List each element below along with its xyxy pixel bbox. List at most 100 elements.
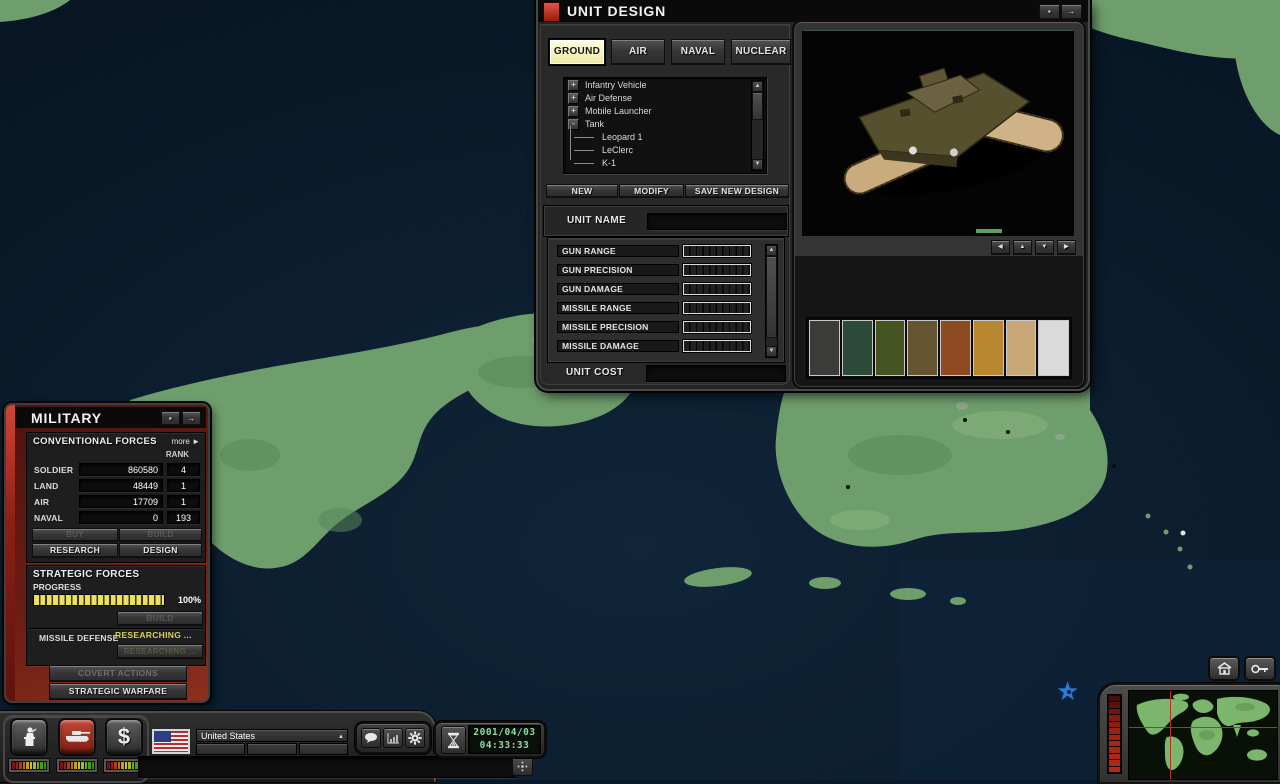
model-viewport[interactable] — [802, 30, 1074, 236]
force-value: 48449 — [79, 479, 163, 492]
viewport-scroll-indicator[interactable] — [976, 229, 1002, 233]
tab-ground[interactable]: GROUND — [549, 39, 605, 65]
expand-icon[interactable]: + — [568, 80, 579, 91]
minimap[interactable] — [1128, 690, 1278, 780]
missile-damage-slider[interactable] — [683, 340, 751, 352]
build-button[interactable]: BUILD — [119, 528, 202, 542]
military-button[interactable] — [58, 718, 96, 756]
time-control-button[interactable] — [441, 726, 466, 754]
close-arrow-button[interactable]: → — [182, 411, 201, 426]
color-swatch[interactable] — [842, 320, 873, 376]
minimize-button[interactable]: ▪ — [1039, 4, 1060, 20]
economy-button[interactable]: $ — [105, 718, 143, 756]
sparkle-icon — [517, 761, 528, 772]
gun-range-slider[interactable] — [683, 245, 751, 257]
missile-defense-research-button[interactable]: RESEARCHING ... — [117, 644, 203, 659]
color-swatch[interactable] — [1006, 320, 1037, 376]
us-flag — [152, 729, 190, 754]
missile-range-slider[interactable] — [683, 302, 751, 314]
design-button[interactable]: DESIGN — [119, 543, 202, 558]
home-button[interactable] — [1208, 656, 1240, 681]
unit-design-titlebar[interactable]: UNIT DESIGN ▪ → — [538, 0, 1088, 22]
unit-name-input[interactable] — [647, 213, 787, 230]
scroll-down-icon[interactable]: ▼ — [752, 159, 763, 170]
gun-damage-slider[interactable] — [683, 283, 751, 295]
tree-item[interactable]: + Air Defense — [568, 92, 766, 104]
color-swatch[interactable] — [907, 320, 938, 376]
chat-options-button[interactable] — [512, 757, 533, 776]
more-link[interactable]: more ► — [172, 437, 200, 446]
save-new-design-button[interactable]: SAVE NEW DESIGN — [685, 184, 789, 198]
tab-air[interactable]: AIR — [611, 39, 665, 65]
color-swatches — [806, 317, 1072, 379]
tree-item[interactable]: - Tank — [568, 118, 766, 130]
close-arrow-button[interactable]: → — [1061, 4, 1082, 20]
unit-design-left-pane: GROUND AIR NAVAL NUCLEAR + Infantry Vehi… — [540, 24, 790, 385]
settings-button[interactable] — [405, 728, 425, 748]
game-clock-panel: 2001/04/03 04:33:33 — [434, 721, 546, 758]
scroll-up-icon[interactable]: ▲ — [766, 245, 777, 256]
unit-preview-pane: ◀ ▲ ▼ ▶ — [792, 20, 1086, 389]
scrollbar-thumb[interactable] — [752, 92, 763, 120]
statistics-button[interactable] — [383, 728, 403, 748]
military-titlebar[interactable]: MILITARY ▪ → — [15, 407, 206, 428]
strategic-build-button[interactable]: BUILD — [117, 611, 203, 626]
tree-item[interactable]: + Mobile Launcher — [568, 105, 766, 117]
speech-bubble-icon — [364, 732, 378, 744]
conventional-forces-section: CONVENTIONAL FORCES more ► RANK SOLDIER … — [26, 432, 206, 563]
tree-item-child[interactable]: LeClerc — [568, 144, 766, 156]
missile-precision-slider[interactable] — [683, 321, 751, 333]
color-swatch[interactable] — [973, 320, 1004, 376]
stats-scrollbar[interactable]: ▲ ▼ — [765, 244, 778, 358]
bar-chart-icon — [387, 732, 400, 744]
chat-input[interactable] — [138, 756, 516, 778]
rotate-up-icon[interactable]: ▲ — [1013, 240, 1032, 255]
color-swatch[interactable] — [809, 320, 840, 376]
minimize-button[interactable]: ▪ — [161, 411, 180, 426]
scrollbar-thumb[interactable] — [766, 256, 777, 338]
minimap-world — [1129, 691, 1277, 779]
dollar-icon: $ — [118, 724, 130, 750]
buy-button[interactable]: BUY — [32, 528, 118, 542]
window-title: UNIT DESIGN — [567, 3, 666, 19]
tree-item-child[interactable]: Leopard 1 — [568, 131, 766, 143]
gun-precision-slider[interactable] — [683, 264, 751, 276]
scroll-down-icon[interactable]: ▼ — [766, 346, 777, 357]
expand-icon[interactable]: + — [568, 93, 579, 104]
scroll-up-icon[interactable]: ▲ — [752, 81, 763, 92]
new-button[interactable]: NEW — [546, 184, 618, 198]
home-icon — [1217, 662, 1232, 675]
game-date: 2001/04/03 — [469, 726, 540, 739]
color-swatch[interactable] — [875, 320, 906, 376]
strategic-warfare-button[interactable]: STRATEGIC WARFARE — [49, 683, 187, 700]
color-swatch[interactable] — [940, 320, 971, 376]
force-row: LAND 48449 1 — [27, 479, 205, 493]
zoom-key-button[interactable] — [1244, 656, 1276, 681]
tank-icon — [62, 727, 92, 747]
unit-cost-field — [646, 365, 786, 382]
tree-item[interactable]: + Infantry Vehicle — [568, 79, 766, 91]
divider — [29, 628, 203, 629]
expand-icon[interactable]: + — [568, 106, 579, 117]
tab-nuclear[interactable]: NUCLEAR — [731, 39, 791, 65]
chat-button[interactable] — [361, 728, 381, 748]
rotate-right-icon[interactable]: ▶ — [1057, 240, 1076, 255]
capital-star-marker[interactable]: ★ — [1056, 678, 1079, 704]
country-selector[interactable]: United States ▲ — [196, 729, 348, 742]
research-button[interactable]: RESEARCH — [32, 543, 118, 558]
stat-label: GUN RANGE — [557, 245, 679, 257]
force-value: 860580 — [79, 463, 163, 476]
tree-item-child[interactable]: K-1 — [568, 157, 766, 169]
military-window: MILITARY ▪ → CONVENTIONAL FORCES more ► … — [4, 403, 210, 703]
tab-naval[interactable]: NAVAL — [671, 39, 725, 65]
rotate-down-icon[interactable]: ▼ — [1035, 240, 1054, 255]
force-row: NAVAL 0 193 — [27, 511, 205, 525]
covert-actions-button[interactable]: COVERT ACTIONS — [49, 665, 187, 682]
communication-toolbar — [355, 722, 431, 754]
modify-button[interactable]: MODIFY — [619, 184, 684, 198]
chevron-up-icon: ▲ — [338, 731, 344, 743]
tree-scrollbar[interactable]: ▲ ▼ — [751, 80, 764, 171]
rotate-left-icon[interactable]: ◀ — [991, 240, 1010, 255]
politics-button[interactable] — [10, 718, 48, 756]
color-swatch[interactable] — [1038, 320, 1069, 376]
